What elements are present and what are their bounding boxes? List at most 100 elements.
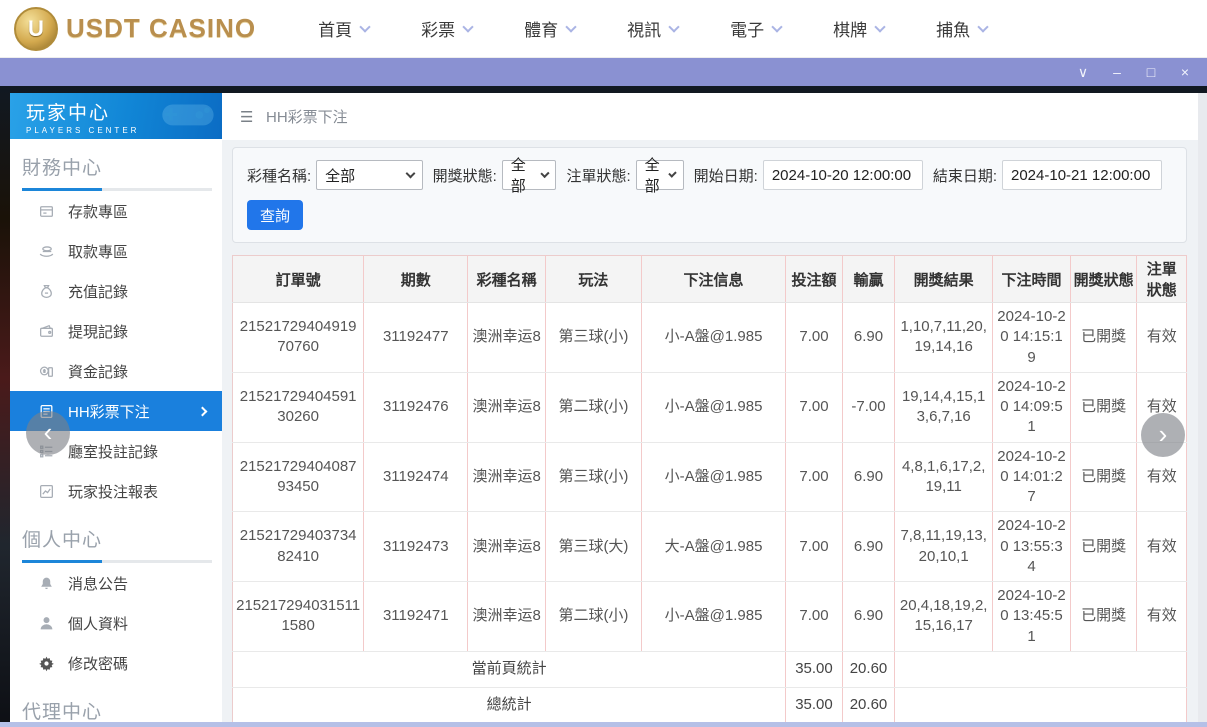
wallet-icon (38, 323, 55, 340)
table-cell: 已開獎 (1070, 442, 1137, 512)
page-title: HH彩票下注 (266, 106, 348, 127)
order-status-select[interactable]: 全部 (636, 160, 684, 190)
top-bar: U USDT CASINO 首頁 彩票 體育 視訊 電子 棋牌 捕魚 (0, 0, 1207, 58)
hamburger-icon[interactable]: ☰ (240, 108, 256, 126)
nav-item-sports[interactable]: 體育 (524, 16, 575, 41)
table-cell: 7.00 (786, 442, 843, 512)
chevron-down-icon (874, 21, 885, 32)
minimize-icon[interactable]: – (1105, 61, 1129, 83)
table-cell: 第二球(小) (546, 582, 642, 652)
chevron-down-icon (462, 21, 473, 32)
table-cell: 已開獎 (1070, 582, 1137, 652)
table-cell: 7.00 (786, 582, 843, 652)
search-button[interactable]: 查詢 (247, 200, 303, 230)
page-summary-row: 當前頁統計 35.00 20.60 (233, 651, 1187, 687)
table-cell: 6.90 (842, 512, 894, 582)
table-cell: 小-A盤@1.985 (641, 442, 785, 512)
main-nav: 首頁 彩票 體育 視訊 電子 棋牌 捕魚 (318, 0, 987, 57)
chevron-down-icon (405, 169, 415, 179)
table-row: 215217294040879345031192474澳洲幸运8第三球(小)小-… (233, 442, 1187, 512)
coin-ledger-icon (38, 363, 55, 380)
table-cell: 澳洲幸运8 (468, 442, 546, 512)
deposit-card-icon (38, 203, 55, 220)
table-cell: 2152172940315111580 (233, 582, 364, 652)
table-cell: 2024-10-20 14:09:51 (993, 372, 1071, 442)
table-cell: 6.90 (842, 582, 894, 652)
close-icon[interactable]: × (1173, 61, 1197, 83)
sidebar-item-withdraw[interactable]: 取款專區 (10, 231, 222, 271)
table-cell: 第三球(大) (546, 512, 642, 582)
summary-label: 當前頁統計 (233, 651, 786, 687)
sidebar-item-recharge-record[interactable]: 充值記錄 (10, 271, 222, 311)
col-draw-status: 開獎狀態 (1070, 256, 1137, 303)
nav-item-lottery[interactable]: 彩票 (421, 16, 472, 41)
logo[interactable]: U USDT CASINO (14, 7, 256, 51)
draw-status-select[interactable]: 全部 (502, 160, 557, 190)
table-cell: 31192476 (364, 372, 468, 442)
window-chevron-icon[interactable]: ∨ (1071, 61, 1095, 83)
table-row: 215217294031511158031192471澳洲幸运8第二球(小)小-… (233, 582, 1187, 652)
table-cell: 第三球(小) (546, 442, 642, 512)
draw-status-label: 開獎狀態: (433, 165, 497, 186)
chevron-down-icon (540, 169, 549, 178)
start-date-label: 開始日期: (694, 165, 758, 186)
maximize-icon[interactable]: □ (1139, 61, 1163, 83)
end-date-label: 結束日期: (933, 165, 997, 186)
lottery-select[interactable]: 全部 (316, 160, 422, 190)
nav-item-home[interactable]: 首頁 (318, 16, 369, 41)
table-body: 215217294049197076031192477澳洲幸运8第三球(小)小-… (233, 303, 1187, 652)
table-cell: 第二球(小) (546, 372, 642, 442)
table-cell: 19,14,4,15,13,6,7,16 (895, 372, 993, 442)
start-date-input[interactable] (763, 160, 923, 190)
nav-label: 棋牌 (833, 16, 867, 41)
nav-item-chess[interactable]: 棋牌 (833, 16, 884, 41)
person-icon (38, 615, 55, 632)
sidebar-item-profile[interactable]: 個人資料 (10, 603, 222, 643)
gamepad-icon (156, 95, 218, 138)
table-cell: 2152172940491970760 (233, 303, 364, 373)
table-cell: 大-A盤@1.985 (641, 512, 785, 582)
nav-item-fishing[interactable]: 捕魚 (936, 16, 987, 41)
end-date-input[interactable] (1002, 160, 1162, 190)
table-cell: 2024-10-20 13:55:34 (993, 512, 1071, 582)
table-row: 215217294049197076031192477澳洲幸运8第三球(小)小-… (233, 303, 1187, 373)
bottom-edge-strip (0, 722, 1207, 727)
table-cell: 小-A盤@1.985 (641, 372, 785, 442)
sidebar-item-withdrawal-record[interactable]: 提現記錄 (10, 311, 222, 351)
main-content: ☰ HH彩票下注 彩種名稱: 全部 開獎狀態: 全部 注單狀態: 全部 (222, 93, 1198, 722)
sidebar-collapse-button[interactable]: ‹ (26, 411, 70, 455)
bets-table: 訂單號 期數 彩種名稱 玩法 下注信息 投注額 輸贏 開獎結果 下注時間 開獎狀… (232, 255, 1187, 722)
order-status-value: 全部 (645, 154, 662, 196)
nav-label: 首頁 (318, 16, 352, 41)
sidebar-item-label: 充值記錄 (68, 281, 128, 302)
table-cell: 澳洲幸运8 (468, 582, 546, 652)
table-cell: 2024-10-20 13:45:51 (993, 582, 1071, 652)
sidebar-item-announcements[interactable]: 消息公告 (10, 563, 222, 603)
table-cell: 4,8,1,6,17,2,19,11 (895, 442, 993, 512)
gear-icon (38, 655, 55, 672)
nav-item-slots[interactable]: 電子 (730, 16, 781, 41)
table-cell: 31192477 (364, 303, 468, 373)
table-cell: 已開獎 (1070, 512, 1137, 582)
table-cell: 2152172940459130260 (233, 372, 364, 442)
lottery-label: 彩種名稱: (247, 165, 311, 186)
title-bar: ∨ – □ × (0, 58, 1207, 86)
nav-item-live[interactable]: 視訊 (627, 16, 678, 41)
table-cell: 7.00 (786, 303, 843, 373)
table-cell: 有效 (1137, 582, 1187, 652)
sidebar-item-label: 取款專區 (68, 241, 128, 262)
table-cell: 31192474 (364, 442, 468, 512)
sidebar-item-deposit[interactable]: 存款專區 (10, 191, 222, 231)
table-cell: 2024-10-20 14:15:19 (993, 303, 1071, 373)
sidebar-item-change-password[interactable]: 修改密碼 (10, 643, 222, 683)
col-winloss: 輸贏 (842, 256, 894, 303)
sidebar-item-player-bet-report[interactable]: 玩家投注報表 (10, 471, 222, 511)
nav-label: 捕魚 (936, 16, 970, 41)
table-cell: 小-A盤@1.985 (641, 582, 785, 652)
nav-label: 電子 (730, 16, 764, 41)
sidebar-item-label: 消息公告 (68, 573, 128, 594)
sidebar-item-funds-record[interactable]: 資金記錄 (10, 351, 222, 391)
money-bag-icon (38, 283, 55, 300)
panel-expand-button[interactable]: › (1141, 413, 1185, 457)
logo-text: USDT CASINO (66, 13, 256, 44)
